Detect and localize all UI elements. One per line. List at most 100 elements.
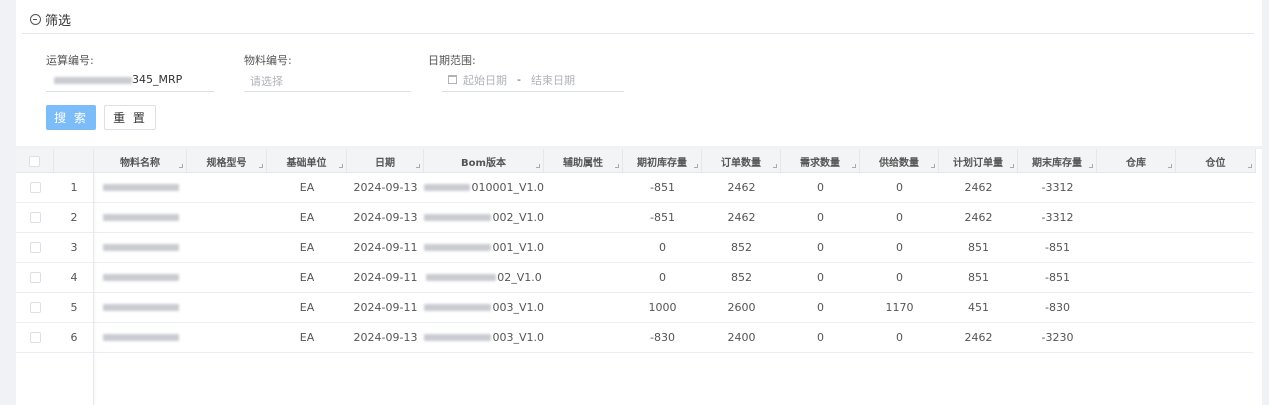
bom-suffix: 003_V1.0	[492, 331, 544, 344]
col-bom-version[interactable]: Bom版本	[424, 149, 544, 173]
row-index: 1	[70, 181, 78, 194]
row-index: 5	[70, 301, 78, 314]
filter-title[interactable]: 筛选	[30, 10, 71, 29]
material-name-cell	[94, 233, 187, 262]
table-header: 物料名称 规格型号 基础单位 日期 Bom版本 辅助属性 期初库存量 订单数量 …	[16, 149, 1256, 173]
location-cell	[1176, 323, 1253, 352]
masked-material-name	[102, 274, 179, 281]
bom-version-cell: 002_V1.0	[424, 203, 544, 232]
col-order-qty[interactable]: 订单数量	[702, 149, 781, 173]
spec-cell	[187, 323, 267, 352]
reset-button[interactable]: 重 置	[104, 105, 156, 130]
demand-qty-cell: 0	[817, 301, 824, 314]
masked-text	[54, 76, 132, 84]
location-cell	[1176, 263, 1253, 292]
col-planned-qty[interactable]: 计划订单量	[939, 149, 1018, 173]
row-checkbox[interactable]	[29, 182, 41, 193]
warehouse-cell	[1097, 203, 1176, 232]
demand-qty-cell: 0	[817, 211, 824, 224]
demand-qty-cell: 0	[817, 331, 824, 344]
bom-suffix: 001_V1.0	[492, 241, 544, 254]
end-date-input[interactable]: 结束日期	[531, 72, 575, 88]
order-qty-cell: 2600	[727, 301, 756, 314]
date-cell: 2024-09-13	[353, 211, 418, 224]
masked-bom-prefix	[424, 214, 492, 221]
range-separator: -	[517, 73, 521, 86]
table-row[interactable]: 3 EA 2024-09-11 001_V1.0 0 852 0 0 851 -851	[16, 233, 1253, 263]
calendar-icon	[448, 75, 457, 84]
date-range-picker[interactable]: 起始日期 - 结束日期	[442, 68, 624, 92]
col-aux-attr[interactable]: 辅助属性	[544, 149, 623, 173]
bom-suffix: 02_V1.0	[497, 271, 542, 284]
planned-qty-cell: 2462	[964, 331, 993, 344]
table-row[interactable]: 2 EA 2024-09-13 002_V1.0 -851 2462 0 0 2462 -3312	[16, 203, 1253, 233]
calc-no-field[interactable]: 345_MRP	[46, 68, 214, 92]
table-row[interactable]: 6 EA 2024-09-13 003_V1.0 -830 2400 0 0 2462 -3230	[16, 323, 1253, 353]
row-checkbox[interactable]	[29, 272, 41, 283]
material-name-cell	[94, 173, 187, 202]
row-checkbox[interactable]	[29, 332, 41, 343]
planned-qty-cell: 851	[968, 271, 989, 284]
collapse-icon[interactable]	[30, 14, 41, 25]
supply-qty-cell: 0	[896, 181, 903, 194]
demand-qty-cell: 0	[817, 271, 824, 284]
order-qty-cell: 2400	[727, 331, 756, 344]
col-unit[interactable]: 基础单位	[267, 149, 347, 173]
aux-attr-cell	[544, 203, 623, 232]
spec-cell	[187, 173, 267, 202]
warehouse-cell	[1097, 233, 1176, 262]
col-closing-stock[interactable]: 期末库存量	[1018, 149, 1097, 173]
masked-material-name	[102, 304, 179, 311]
bom-suffix: 010001_V1.0	[471, 181, 544, 194]
table-row[interactable]: 5 EA 2024-09-11 003_V1.0 1000 2600 0 1170 451 -83…	[16, 293, 1253, 323]
table-row[interactable]: 4 EA 2024-09-11 02_V1.0 0 852 0 0 851 -851	[16, 263, 1253, 293]
col-date[interactable]: 日期	[347, 149, 424, 173]
col-demand-qty[interactable]: 需求数量	[781, 149, 860, 173]
bom-version-cell: 02_V1.0	[424, 263, 544, 292]
material-name-cell	[94, 293, 187, 322]
row-checkbox[interactable]	[29, 302, 41, 313]
col-supply-qty[interactable]: 供给数量	[860, 149, 939, 173]
aux-attr-cell	[544, 263, 623, 292]
col-material-name[interactable]: 物料名称	[94, 149, 187, 173]
col-location[interactable]: 仓位	[1176, 149, 1256, 173]
spec-cell	[187, 203, 267, 232]
col-warehouse[interactable]: 仓库	[1097, 149, 1176, 173]
date-cell: 2024-09-11	[353, 301, 418, 314]
bom-suffix: 002_V1.0	[492, 211, 544, 224]
date-cell: 2024-09-13	[353, 181, 418, 194]
material-no-field[interactable]: 请选择	[244, 68, 411, 92]
row-index: 6	[70, 331, 78, 344]
aux-attr-cell	[544, 323, 623, 352]
location-cell	[1176, 203, 1253, 232]
date-cell: 2024-09-13	[353, 331, 418, 344]
row-checkbox[interactable]	[29, 212, 41, 223]
masked-material-name	[102, 184, 179, 191]
date-cell: 2024-09-11	[353, 241, 418, 254]
results-table: 物料名称 规格型号 基础单位 日期 Bom版本 辅助属性 期初库存量 订单数量 …	[16, 149, 1262, 405]
planned-qty-cell: 2462	[964, 181, 993, 194]
material-name-cell	[94, 323, 187, 352]
row-index: 2	[70, 211, 78, 224]
masked-bom-prefix	[424, 304, 492, 311]
row-index: 4	[70, 271, 78, 284]
aux-attr-cell	[544, 173, 623, 202]
closing-stock-cell: -851	[1045, 241, 1070, 254]
row-select-cell	[16, 323, 54, 352]
row-checkbox[interactable]	[29, 242, 41, 253]
closing-stock-cell: -3312	[1041, 211, 1074, 224]
col-spec[interactable]: 规格型号	[187, 149, 267, 173]
unit-cell: EA	[299, 241, 315, 254]
select-all-checkbox[interactable]	[29, 155, 40, 167]
col-opening-stock[interactable]: 期初库存量	[623, 149, 702, 173]
masked-bom-prefix	[424, 244, 492, 251]
closing-stock-cell: -851	[1045, 271, 1070, 284]
bom-version-cell: 003_V1.0	[424, 323, 544, 352]
closing-stock-cell: -830	[1045, 301, 1070, 314]
supply-qty-cell: 1170	[885, 301, 914, 314]
start-date-input[interactable]: 起始日期	[463, 72, 507, 88]
search-button[interactable]: 搜 索	[46, 105, 96, 130]
divider	[22, 33, 1254, 34]
demand-qty-cell: 0	[817, 241, 824, 254]
table-row[interactable]: 1 EA 2024-09-13 010001_V1.0 -851 2462 0 0 2462 -3…	[16, 173, 1253, 203]
